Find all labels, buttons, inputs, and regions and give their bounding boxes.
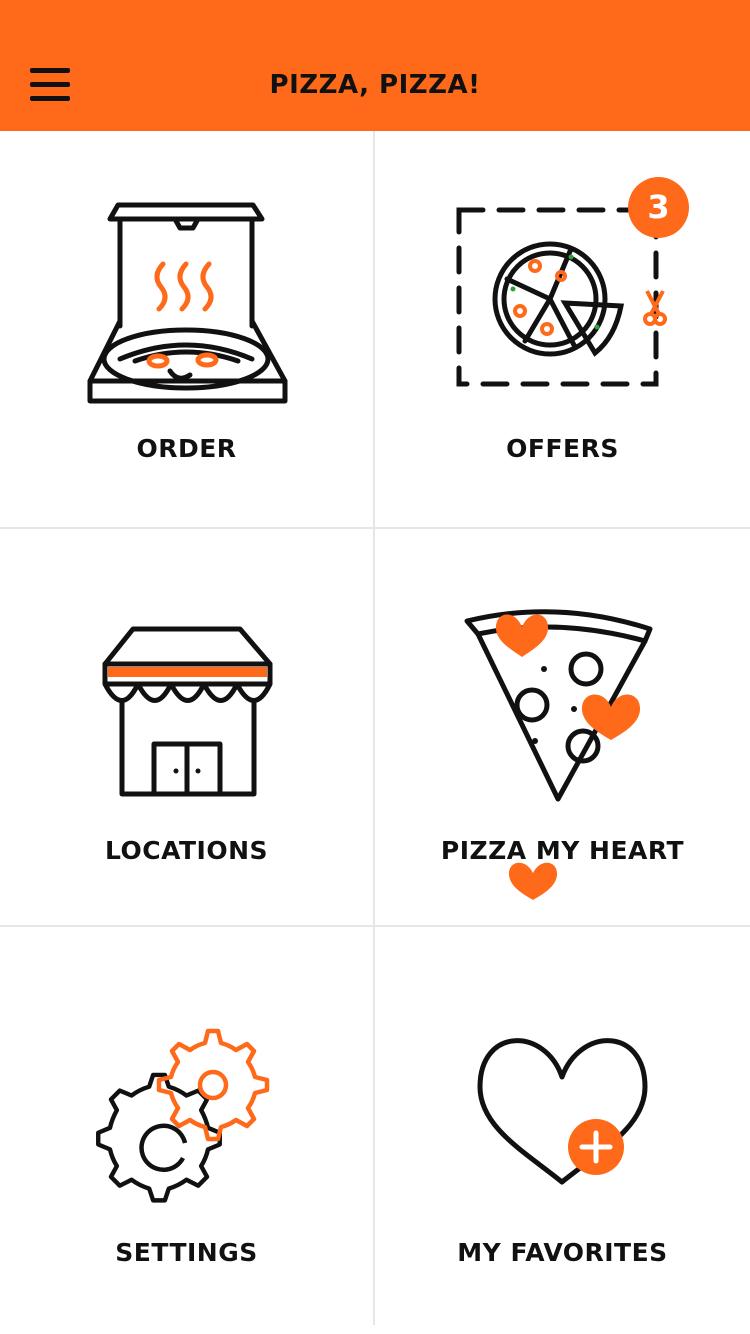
pizza-my-heart-label: PIZZA MY HEART xyxy=(440,836,685,865)
offers-label: OFFERS xyxy=(506,434,619,463)
heart-plus-icon xyxy=(477,1038,648,1185)
my-favorites-label: MY FAVORITES xyxy=(457,1238,668,1267)
storefront-icon xyxy=(102,626,273,797)
order-label: ORDER xyxy=(136,434,237,463)
locations-tile[interactable]: LOCATIONS xyxy=(0,529,375,927)
order-tile[interactable]: ORDER xyxy=(0,131,375,529)
locations-label: LOCATIONS xyxy=(104,836,269,865)
app-title: PIZZA, PIZZA! xyxy=(269,70,481,100)
home-grid: ORDER 3 OFFERS LOCATIONS PIZZA MY HEART … xyxy=(0,131,750,1334)
my-favorites-tile[interactable]: MY FAVORITES xyxy=(375,927,750,1325)
pizza-my-heart-tile[interactable]: PIZZA MY HEART xyxy=(375,529,750,927)
settings-tile[interactable]: SETTINGS xyxy=(0,927,375,1325)
app-header: PIZZA, PIZZA! xyxy=(0,0,750,131)
pizza-slice-hearts-icon xyxy=(464,609,653,900)
coupon-pizza-icon xyxy=(456,207,667,387)
settings-label: SETTINGS xyxy=(115,1238,258,1267)
gears-icon xyxy=(96,1028,270,1203)
offers-tile[interactable]: 3 OFFERS xyxy=(375,131,750,529)
offers-count-badge: 3 xyxy=(628,177,689,238)
pizza-box-icon xyxy=(87,202,288,404)
